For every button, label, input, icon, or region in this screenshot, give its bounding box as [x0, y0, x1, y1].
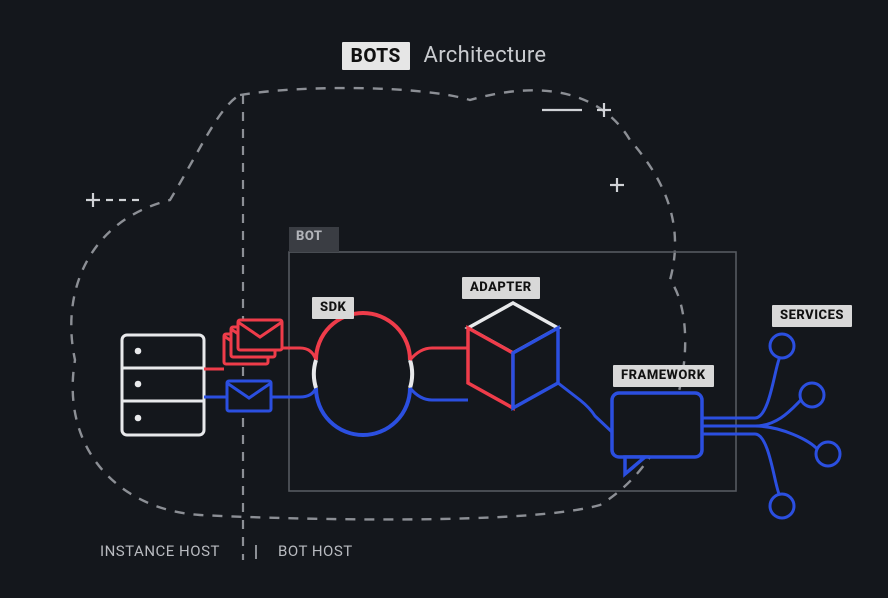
bot-box-label: BOT [296, 229, 322, 244]
adapter-label: ADAPTER [462, 277, 540, 299]
boundary-cloud [71, 88, 685, 519]
title-text: Architecture [424, 43, 547, 68]
bot-host-label: BOT HOST [278, 542, 353, 560]
instance-host-label: INSTANCE HOST [100, 542, 220, 560]
line-sdk-to-adapter-blue [410, 388, 468, 400]
framework-icon [612, 393, 702, 474]
services-icons [770, 334, 840, 518]
envelope-icon [227, 381, 271, 411]
services-label: SERVICES [772, 305, 852, 327]
adapter-icon [468, 303, 558, 408]
sdk-label: SDK [312, 297, 354, 319]
line-adapter-to-framework [558, 383, 612, 432]
diagram-canvas [0, 0, 888, 598]
line-envstack-to-sdk [282, 348, 316, 360]
server-icon [122, 335, 204, 435]
sdk-icon [314, 313, 412, 435]
envelope-stack-icon [224, 320, 282, 364]
framework-label: FRAMEWORK [613, 365, 714, 387]
lane-label-divider [255, 545, 257, 559]
line-env-to-sdk [271, 388, 316, 397]
diagram-title: BOTS Architecture [0, 42, 888, 70]
line-sdk-to-adapter-red [410, 348, 468, 360]
diagram: BOTS Architecture BOT SDK ADAPTER FRAMEW… [0, 0, 888, 598]
title-badge: BOTS [342, 42, 410, 70]
lines-framework-to-services [702, 357, 818, 496]
decoration-marks [86, 103, 624, 207]
